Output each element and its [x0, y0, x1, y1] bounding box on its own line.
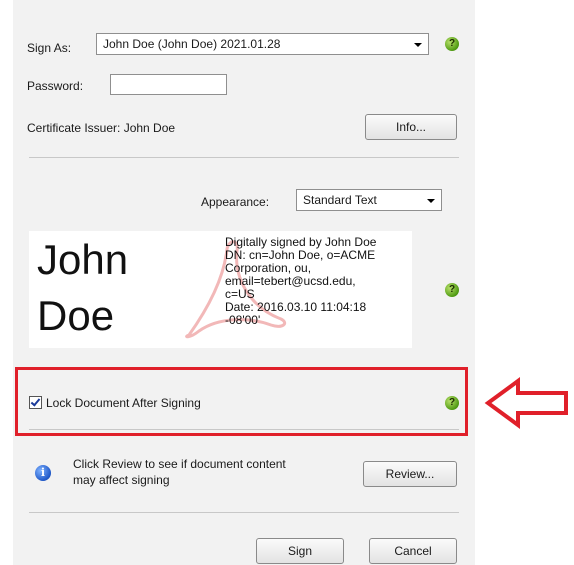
- sign-as-value: John Doe (John Doe) 2021.01.28: [103, 37, 281, 51]
- signature-name-line2: Doe: [37, 292, 115, 339]
- review-info-line1: Click Review to see if document content: [73, 457, 286, 471]
- dropdown-arrow-icon[interactable]: [408, 34, 428, 54]
- appearance-dropdown[interactable]: Standard Text: [296, 189, 442, 211]
- cancel-button[interactable]: Cancel: [369, 538, 457, 564]
- info-button[interactable]: Info...: [365, 114, 457, 140]
- certificate-issuer-text: Certificate Issuer: John Doe: [27, 121, 176, 135]
- password-label: Password:: [27, 79, 84, 93]
- appearance-value: Standard Text: [303, 193, 377, 207]
- dropdown-arrow-icon[interactable]: [421, 190, 441, 210]
- help-icon[interactable]: ?: [445, 283, 459, 297]
- appearance-label: Appearance:: [201, 195, 270, 209]
- info-icon: i: [35, 465, 51, 481]
- sign-button[interactable]: Sign: [256, 538, 344, 564]
- signature-details: Digitally signed by John Doe DN: cn=John…: [225, 236, 376, 327]
- divider: [29, 512, 459, 513]
- signature-detail-line: -08'00': [225, 313, 261, 327]
- sign-as-dropdown[interactable]: John Doe (John Doe) 2021.01.28: [96, 33, 429, 55]
- divider: [29, 157, 459, 158]
- red-arrow-icon: [484, 377, 568, 429]
- password-input[interactable]: [110, 74, 227, 95]
- sign-as-label: Sign As:: [27, 41, 72, 55]
- review-info-line2: may affect signing: [73, 473, 170, 487]
- signature-preview: John Doe Digitally signed by John Doe DN…: [29, 231, 412, 348]
- highlight-box: [15, 367, 468, 436]
- signature-name-line1: John: [37, 236, 129, 283]
- review-button[interactable]: Review...: [363, 461, 457, 487]
- sign-document-dialog: Sign As: John Doe (John Doe) 2021.01.28 …: [13, 0, 475, 565]
- help-icon[interactable]: ?: [445, 37, 459, 51]
